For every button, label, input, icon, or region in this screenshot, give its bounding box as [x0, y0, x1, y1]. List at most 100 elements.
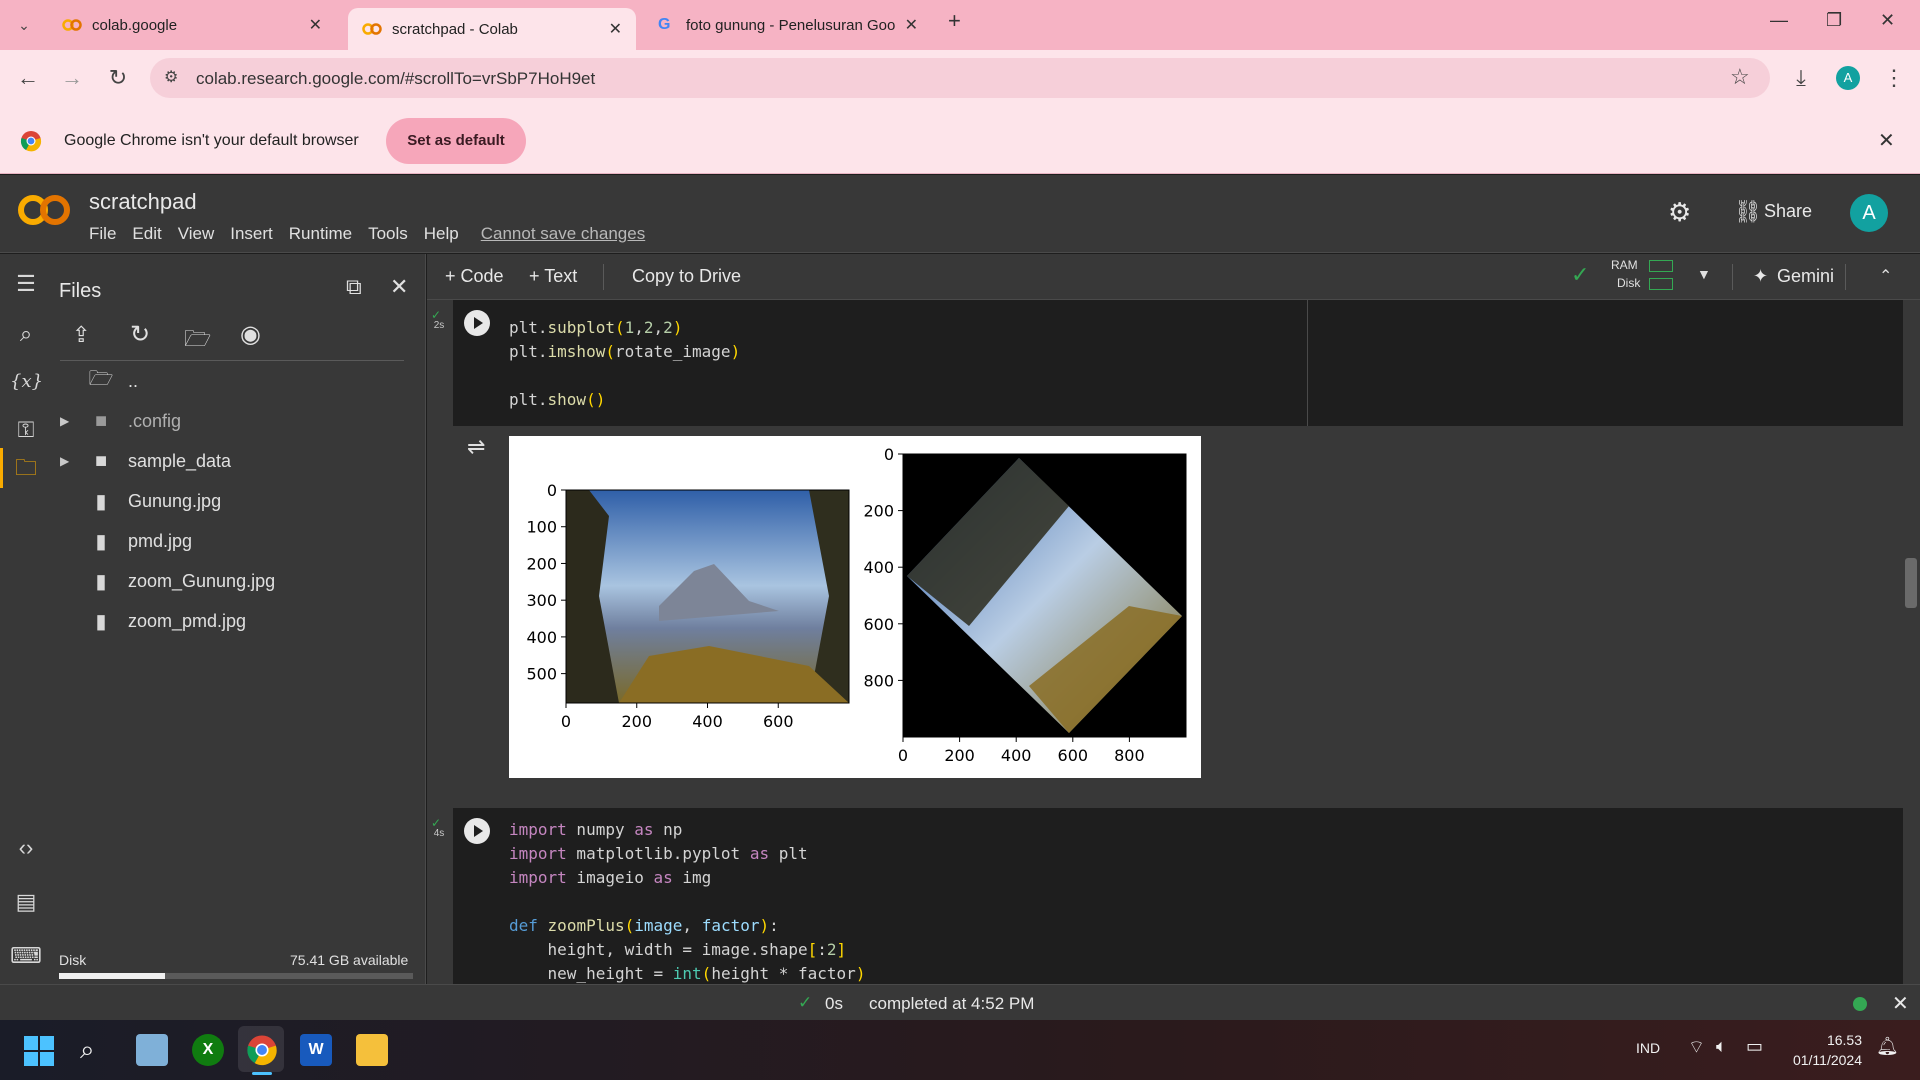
table-of-contents-icon[interactable]: ☰ — [10, 268, 42, 300]
tab-title: foto gunung - Penelusuran Goo — [686, 16, 895, 34]
tab-close-icon[interactable]: ✕ — [609, 19, 622, 39]
forward-arrow-icon[interactable]: → — [58, 64, 86, 92]
folder-open-icon: 🗁 — [88, 368, 114, 390]
folder-icon[interactable]: 🗀 — [10, 452, 42, 484]
file-item-config[interactable]: ▶ ■ .config — [60, 406, 181, 436]
share-button[interactable]: Share — [1764, 201, 1812, 222]
file-item-pmd[interactable]: ▮ pmd.jpg — [86, 526, 192, 556]
gemini-button[interactable]: Gemini — [1777, 266, 1834, 287]
tab-close-icon[interactable]: ✕ — [309, 15, 322, 35]
notebook-title[interactable]: scratchpad — [89, 189, 197, 215]
y-tick-label: 400 — [863, 558, 894, 577]
xbox-icon[interactable]: X — [192, 1034, 224, 1066]
status-text[interactable]: completed at 4:52 PM — [869, 994, 1034, 1014]
file-item-zoom-pmd[interactable]: ▮ zoom_pmd.jpg — [86, 606, 246, 636]
file-explorer-icon[interactable] — [356, 1034, 388, 1066]
menu-runtime[interactable]: Runtime — [289, 224, 352, 244]
expand-triangle-icon[interactable]: ▶ — [60, 414, 69, 428]
upload-file-icon[interactable]: ⇪ — [72, 322, 90, 348]
tab-close-icon[interactable]: ✕ — [905, 15, 918, 35]
infobar-close-icon[interactable]: ✕ — [1878, 128, 1895, 153]
open-in-tab-icon[interactable]: ⧉ — [346, 274, 362, 300]
menu-view[interactable]: View — [178, 224, 215, 244]
back-arrow-icon[interactable]: ← — [14, 64, 42, 92]
code-editor[interactable]: plt.subplot(1,2,2) plt.imshow(rotate_imag… — [509, 316, 740, 412]
file-item-parent[interactable]: 🗁 .. — [86, 366, 138, 396]
scrollbar-thumb[interactable] — [1905, 558, 1917, 608]
copy-to-drive-button[interactable]: Copy to Drive — [632, 266, 741, 287]
show-hidden-eye-icon[interactable]: ◉ — [240, 320, 261, 349]
menu-insert[interactable]: Insert — [230, 224, 273, 244]
file-item-sample-data[interactable]: ▶ ■ sample_data — [60, 446, 231, 476]
file-item-zoom-gunung[interactable]: ▮ zoom_Gunung.jpg — [86, 566, 275, 596]
word-icon[interactable]: W — [300, 1034, 332, 1066]
search-icon[interactable]: ⌕ — [10, 318, 42, 350]
taskbar-search-icon[interactable]: ⌕ — [80, 1034, 95, 1066]
tab-scratchpad-colab[interactable]: scratchpad - Colab ✕ — [348, 8, 636, 50]
variables-icon[interactable]: {x} — [10, 366, 43, 398]
taskbar-app-photos-icon[interactable] — [136, 1034, 168, 1066]
runtime-dropdown-icon[interactable]: ▼ — [1697, 266, 1711, 282]
minimize-icon[interactable]: — — [1770, 10, 1788, 31]
language-indicator[interactable]: IND — [1636, 1040, 1660, 1056]
refresh-icon[interactable]: ↻ — [130, 320, 150, 349]
command-palette-icon[interactable]: ▤ — [10, 886, 42, 918]
notification-bell-icon[interactable]: 🔔︎ — [1876, 1036, 1899, 1057]
code-editor[interactable]: import numpy as np import matplotlib.pypl… — [509, 818, 865, 984]
volume-icon[interactable]: 🔈︎ — [1716, 1036, 1727, 1057]
settings-gear-icon[interactable]: ⚙ — [1668, 197, 1691, 228]
status-close-icon[interactable]: ✕ — [1892, 991, 1909, 1016]
x-tick-label: 0 — [898, 746, 908, 765]
windows-start-icon[interactable] — [24, 1036, 54, 1066]
run-cell-button[interactable] — [464, 818, 490, 844]
collapse-chevron-icon[interactable]: ⌃ — [1879, 266, 1892, 286]
code-snippets-icon[interactable]: ‹› — [10, 832, 42, 864]
wifi-icon[interactable]: ⌔ — [1688, 1036, 1705, 1059]
tab-foto-gunung[interactable]: G foto gunung - Penelusuran Goo ✕ — [644, 6, 932, 44]
tab-search-chevron-icon[interactable]: ⌄ — [10, 11, 38, 39]
run-cell-button[interactable] — [464, 310, 490, 336]
close-panel-icon[interactable]: ✕ — [390, 274, 408, 300]
set-as-default-button[interactable]: Set as default — [386, 118, 526, 164]
reload-icon[interactable]: ↻ — [104, 64, 132, 92]
account-avatar[interactable]: A — [1850, 194, 1888, 232]
menu-edit[interactable]: Edit — [132, 224, 161, 244]
ram-meter[interactable] — [1649, 260, 1673, 272]
secrets-key-icon[interactable]: ⚿ — [10, 414, 42, 446]
address-bar[interactable]: ⚙ colab.research.google.com/#scrollTo=vr… — [150, 58, 1770, 98]
window-close-icon[interactable]: ✕ — [1880, 10, 1895, 31]
chrome-taskbar-icon[interactable] — [246, 1034, 278, 1066]
clock[interactable]: 16.53 01/11/2024 — [1782, 1030, 1862, 1070]
add-code-button[interactable]: + Code — [445, 266, 504, 287]
tab-colab-google[interactable]: colab.google ✕ — [48, 6, 336, 44]
colab-logo-icon — [362, 23, 382, 35]
disk-meter[interactable] — [1649, 278, 1673, 290]
mount-drive-icon[interactable]: 🗁 — [184, 322, 211, 360]
profile-avatar[interactable]: A — [1836, 66, 1860, 90]
connection-status-dot[interactable] — [1853, 997, 1867, 1011]
menu-tools[interactable]: Tools — [368, 224, 408, 244]
menu-file[interactable]: File — [89, 224, 116, 244]
file-item-gunung[interactable]: ▮ Gunung.jpg — [86, 486, 221, 516]
running-indicator — [252, 1072, 272, 1075]
terminal-icon[interactable]: ⌨ — [10, 940, 42, 972]
output-actions-icon[interactable]: ⇌ — [467, 434, 485, 460]
colab-logo-icon[interactable] — [16, 193, 72, 227]
code-cell[interactable]: ✓ 4s import numpy as np import matplotlib… — [431, 808, 1903, 984]
url-text[interactable]: colab.research.google.com/#scrollTo=vrSb… — [196, 69, 595, 89]
restore-icon[interactable]: ❐ — [1826, 10, 1842, 31]
new-tab-plus-icon[interactable]: + — [948, 8, 961, 34]
more-menu-icon[interactable]: ⋮ — [1880, 64, 1908, 92]
site-info-icon[interactable]: ⚙ — [164, 67, 178, 87]
battery-icon[interactable]: ▭ — [1746, 1036, 1763, 1057]
bookmark-star-icon[interactable]: ☆ — [1730, 64, 1750, 90]
cannot-save-link[interactable]: Cannot save changes — [481, 224, 645, 244]
add-text-button[interactable]: + Text — [529, 266, 577, 287]
expand-triangle-icon[interactable]: ▶ — [60, 454, 69, 468]
menu-help[interactable]: Help — [424, 224, 459, 244]
code-cell[interactable]: ✓ 2s plt.subplot(1,2,2) plt.imshow(rotate… — [431, 300, 1903, 426]
file-name: zoom_pmd.jpg — [128, 610, 247, 631]
download-icon[interactable]: ⤓ — [1787, 64, 1815, 92]
file-name: pmd.jpg — [128, 530, 193, 551]
gemini-sparkle-icon[interactable]: ✦ — [1753, 266, 1768, 287]
